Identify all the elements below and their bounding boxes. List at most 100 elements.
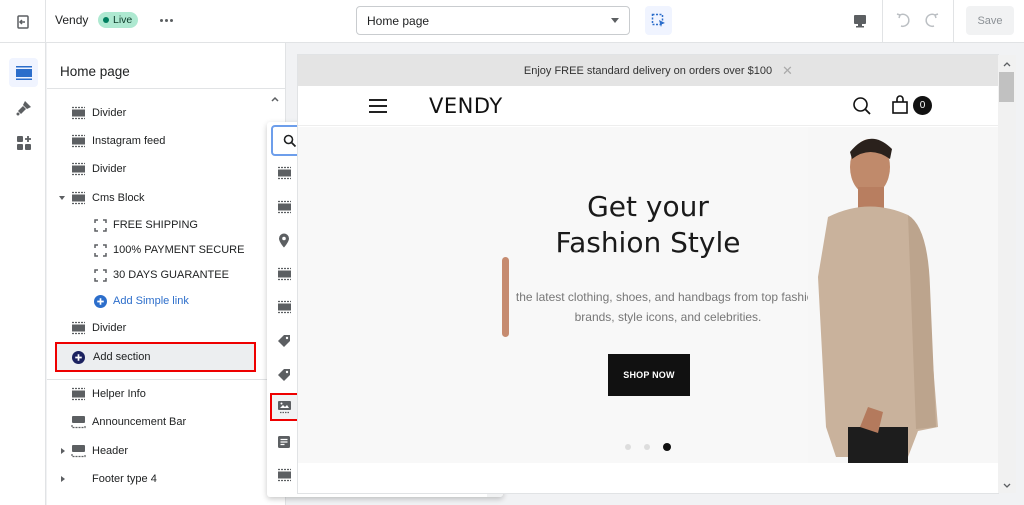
block-item[interactable]: FREE SHIPPING <box>94 214 198 236</box>
more-actions-button[interactable] <box>157 12 175 28</box>
item-label: 100% PAYMENT SECURE <box>113 244 245 256</box>
hero-subtitle-line: brands, style icons, and celebrities. <box>574 310 762 324</box>
section-icon <box>277 166 292 180</box>
toolbar-divider <box>882 0 883 43</box>
section-icon <box>71 191 86 205</box>
scroll-up-icon[interactable] <box>269 93 281 105</box>
hero-title-line: Get your <box>587 190 709 223</box>
undo-icon <box>896 13 910 28</box>
map-pin-icon <box>277 233 291 248</box>
live-dot-icon <box>103 17 109 23</box>
store-logo[interactable]: VENDY <box>429 94 503 118</box>
add-section-button[interactable]: Add section <box>55 342 256 372</box>
item-label: 30 DAYS GUARANTEE <box>113 269 229 281</box>
menu-icon[interactable] <box>369 99 387 113</box>
section-item[interactable]: Cms Block <box>59 187 145 209</box>
storefront-preview: Enjoy FREE standard delivery on orders o… <box>298 55 998 493</box>
rail-theme-settings-button[interactable] <box>9 93 38 122</box>
header-section-icon <box>71 415 86 429</box>
announcement-text: Enjoy FREE standard delivery on orders o… <box>523 64 773 77</box>
search-icon[interactable] <box>852 96 872 116</box>
item-label: FREE SHIPPING <box>113 219 198 231</box>
sidebar-divider <box>47 379 286 380</box>
section-item[interactable]: Divider <box>71 158 126 180</box>
scroll-up-icon[interactable] <box>1002 60 1012 68</box>
apps-add-icon <box>16 135 31 150</box>
section-icon <box>277 300 292 314</box>
hero-title: Get your Fashion Style <box>528 189 768 261</box>
slide-dot[interactable] <box>625 444 631 450</box>
shop-now-button[interactable]: SHOP NOW <box>608 354 690 396</box>
redo-icon <box>925 13 939 28</box>
hero-title-line: Fashion Style <box>555 226 741 259</box>
block-icon <box>94 243 107 257</box>
redo-button[interactable] <box>921 9 943 31</box>
sidebar-header-divider <box>47 88 286 89</box>
inspector-select-icon <box>651 13 665 27</box>
add-section-label: Add section <box>93 351 151 363</box>
hero-subtitle-line: the latest clothing, shoes, and handbags… <box>515 290 821 304</box>
section-item[interactable]: Announcement Bar <box>71 411 186 433</box>
slide-dot[interactable] <box>644 444 650 450</box>
top-bar: Vendy Live Home page Save <box>0 0 1024 43</box>
section-icon <box>71 162 86 176</box>
rail-sections-button[interactable] <box>9 58 38 87</box>
expand-toggle-icon[interactable] <box>61 448 65 454</box>
item-label: Divider <box>92 322 127 334</box>
header-section-icon <box>71 444 86 458</box>
section-item[interactable]: Helper Info <box>71 383 146 405</box>
section-item[interactable]: Footer type 4 <box>61 468 157 490</box>
store-name: Vendy <box>55 13 89 27</box>
item-label: Helper Info <box>92 388 146 400</box>
block-item[interactable]: 30 DAYS GUARANTEE <box>94 264 229 286</box>
preview-scrollbar-thumb[interactable] <box>999 72 1014 102</box>
section-icon <box>71 106 86 120</box>
plus-circle-icon <box>72 350 85 364</box>
preview-scrollbar[interactable] <box>998 55 1016 493</box>
more-horizontal-icon <box>159 18 163 22</box>
close-icon[interactable]: ✕ <box>782 63 793 79</box>
inspector-toggle-button[interactable] <box>645 6 672 35</box>
search-icon <box>283 134 297 148</box>
live-status-badge: Live <box>98 12 139 28</box>
page-select[interactable]: Home page <box>356 6 630 35</box>
expand-toggle-icon[interactable] <box>61 476 65 482</box>
toolbar-divider <box>953 0 954 43</box>
exit-button[interactable] <box>0 0 46 43</box>
announcement-bar[interactable]: Enjoy FREE standard delivery on orders o… <box>298 55 998 86</box>
hero-subtitle: the latest clothing, shoes, and handbags… <box>478 287 858 327</box>
rail-apps-button[interactable] <box>9 128 38 157</box>
section-item[interactable]: Header <box>61 440 129 462</box>
slide-dot[interactable] <box>663 443 671 451</box>
section-icon <box>71 387 86 401</box>
block-icon <box>94 268 107 282</box>
sidebar-title: Home page <box>60 64 130 79</box>
add-block-link[interactable]: Add Simple link <box>94 290 189 312</box>
undo-button[interactable] <box>892 9 914 31</box>
image-icon <box>277 400 292 414</box>
section-icon <box>277 468 292 482</box>
section-item[interactable]: Divider <box>71 317 126 339</box>
section-icon <box>277 200 292 214</box>
save-button[interactable]: Save <box>966 6 1014 35</box>
scroll-down-icon[interactable] <box>1002 482 1012 490</box>
sections-sidebar: Home page Divider Instagram feed Divider Cm… <box>47 43 286 505</box>
block-item[interactable]: 100% PAYMENT SECURE <box>94 239 244 261</box>
item-label: Footer type 4 <box>92 473 157 485</box>
sections-icon <box>15 65 32 80</box>
exit-icon <box>16 14 29 29</box>
cart-count-badge: 0 <box>913 96 932 115</box>
left-icon-rail <box>0 43 46 505</box>
expand-toggle-icon[interactable] <box>59 196 65 200</box>
section-icon <box>71 321 86 335</box>
device-preview-button[interactable] <box>848 10 872 32</box>
chevron-down-icon <box>611 18 619 23</box>
slideshow-hero: Get your Fashion Style the latest clothi… <box>298 127 998 463</box>
section-icon <box>71 134 86 148</box>
item-label: Instagram feed <box>92 135 166 147</box>
section-item[interactable]: Instagram feed <box>71 130 165 152</box>
block-icon <box>94 218 107 232</box>
section-item[interactable]: Divider <box>71 102 126 124</box>
shopping-bag-icon[interactable] <box>891 95 909 115</box>
item-label: Header <box>92 445 129 457</box>
